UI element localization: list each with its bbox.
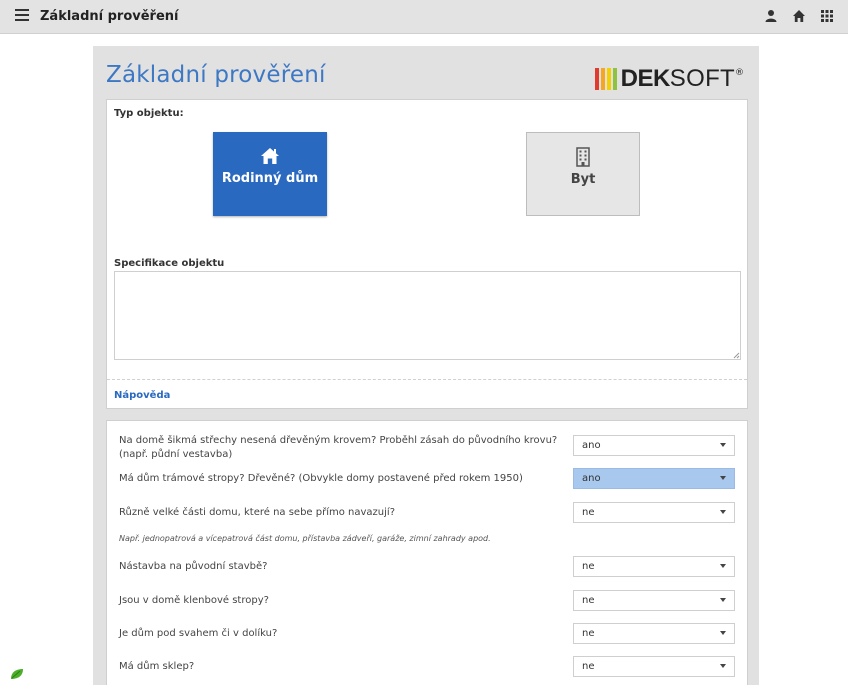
- main-panel: Základní prověření DEK SOFT ® Typ objekt…: [93, 46, 759, 685]
- object-type-apartment-label: Byt: [570, 172, 596, 187]
- object-type-family-house-label: Rodinný dům: [221, 171, 319, 186]
- answer-value: ne: [582, 561, 595, 572]
- resize-grip-icon[interactable]: [733, 352, 740, 359]
- answer-select-extension[interactable]: ne: [573, 556, 735, 577]
- user-icon[interactable]: [764, 9, 778, 23]
- logo-text-bold: DEK: [620, 65, 671, 92]
- answer-value: ano: [582, 440, 601, 451]
- caret-down-icon: [720, 476, 726, 480]
- answer-select-basement[interactable]: ne: [573, 656, 735, 677]
- question-extension: Nástavba na původní stavbě?: [119, 561, 268, 572]
- home-icon[interactable]: [792, 9, 806, 23]
- question-building-parts: Různě velké části domu, které na sebe př…: [119, 507, 395, 518]
- top-bar-actions: [764, 9, 834, 23]
- question-basement: Má dům sklep?: [119, 661, 195, 672]
- object-type-label: Typ objektu:: [114, 108, 184, 119]
- answer-select-beam-ceilings[interactable]: ano: [573, 468, 735, 489]
- deksoft-logo: DEK SOFT ®: [594, 65, 744, 92]
- answer-value: ano: [582, 473, 601, 484]
- question-vaulted-ceilings: Jsou v domě klenbové stropy?: [119, 595, 269, 606]
- apps-grid-icon[interactable]: [820, 9, 834, 23]
- caret-down-icon: [720, 664, 726, 668]
- caret-down-icon: [720, 564, 726, 568]
- page-title: Základní prověření: [106, 62, 326, 88]
- caret-down-icon: [720, 443, 726, 447]
- question-pitched-roof: Na domě šikmá střechy nesená dřevěným kr…: [119, 435, 558, 460]
- answer-value: ne: [582, 661, 595, 672]
- question-slope: Je dům pod svahem či v dolíku?: [119, 628, 278, 639]
- app-title: Základní prověření: [40, 9, 179, 24]
- specification-label: Specifikace objektu: [114, 258, 225, 269]
- logo-text-light: SOFT: [669, 65, 735, 92]
- caret-down-icon: [720, 631, 726, 635]
- hamburger-menu-icon[interactable]: [15, 9, 29, 23]
- logo-registered-mark: ®: [735, 68, 744, 78]
- top-bar: Základní prověření: [0, 0, 848, 34]
- house-icon: [261, 148, 279, 164]
- object-type-family-house[interactable]: Rodinný dům: [213, 132, 327, 216]
- questions-card: Na domě šikmá střechy nesená dřevěným kr…: [106, 420, 748, 685]
- caret-down-icon: [720, 598, 726, 602]
- help-link[interactable]: Nápověda: [114, 390, 170, 401]
- answer-select-vaulted-ceilings[interactable]: ne: [573, 590, 735, 611]
- divider: [107, 379, 747, 380]
- answer-select-building-parts[interactable]: ne: [573, 502, 735, 523]
- question-building-parts-note: Např. jednopatrová a vícepatrová část do…: [119, 534, 491, 543]
- answer-select-slope[interactable]: ne: [573, 623, 735, 644]
- answer-value: ne: [582, 507, 595, 518]
- answer-select-pitched-roof[interactable]: ano: [573, 435, 735, 456]
- building-icon: [576, 147, 590, 167]
- question-beam-ceilings: Má dům trámové stropy? Dřevěné? (Obvykle…: [119, 473, 523, 484]
- object-card: Typ objektu: Rodinný dům Byt Specifikace…: [106, 99, 748, 409]
- leaf-icon[interactable]: [10, 668, 24, 680]
- answer-value: ne: [582, 595, 595, 606]
- page-header: Základní prověření DEK SOFT ®: [106, 60, 746, 100]
- specification-textarea[interactable]: [114, 271, 741, 360]
- answer-value: ne: [582, 628, 595, 639]
- object-type-apartment[interactable]: Byt: [526, 132, 640, 216]
- logo-bars: [594, 68, 617, 90]
- caret-down-icon: [720, 510, 726, 514]
